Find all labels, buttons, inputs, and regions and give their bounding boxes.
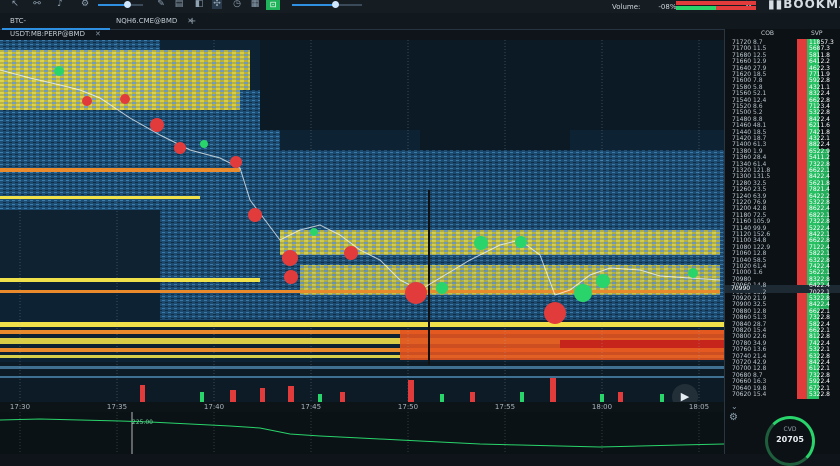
- trade-bubble[interactable]: [120, 94, 130, 104]
- volume-bar-red: [676, 1, 756, 5]
- cvd-label: CVD: [783, 426, 797, 433]
- time-tick: 17:55: [494, 403, 516, 411]
- volume-bar-red-2: [716, 6, 756, 10]
- time-tick: 18:00: [591, 403, 613, 411]
- cvd-gauge: CVD 20705: [765, 416, 815, 466]
- trade-bubble[interactable]: [310, 228, 318, 236]
- cursor-icon[interactable]: ↖: [10, 0, 20, 9]
- time-tick: 17:30: [9, 403, 31, 411]
- grid-icon[interactable]: ▦: [250, 0, 260, 9]
- trade-bubble[interactable]: [284, 270, 298, 284]
- instrument-tabs: BTC-USDT:MB:PERP@BMD ✕ NQH6.CME@BMD ✕ +: [0, 13, 840, 38]
- trade-bubble[interactable]: [344, 246, 358, 260]
- cvd-indicator-pane[interactable]: [0, 412, 725, 454]
- order-book-heatmap[interactable]: 800 ▶: [0, 40, 724, 402]
- lock-button[interactable]: ⊡: [266, 0, 280, 10]
- trade-bubble[interactable]: [544, 302, 566, 324]
- cvd-line-value: 225.00: [132, 419, 153, 426]
- trade-bubble[interactable]: [82, 96, 92, 106]
- ladder-price: 70620: [732, 391, 752, 398]
- volume-bar-green: [676, 6, 716, 10]
- volume-label: Volume:: [612, 3, 641, 11]
- tab-nqh6[interactable]: NQH6.CME@BMD ✕: [108, 15, 193, 28]
- time-tick: 17:45: [300, 403, 322, 411]
- tab-label: NQH6.CME@BMD: [116, 17, 178, 25]
- trade-bubble[interactable]: [200, 140, 208, 148]
- price-ladder-panel[interactable]: COB SVP 71720 8.7 11857.3 71700 11.5 5687.3 71…: [724, 29, 840, 402]
- box-icon[interactable]: ◧: [194, 0, 204, 9]
- trade-bubble[interactable]: [474, 236, 488, 250]
- zoom-slider[interactable]: [98, 1, 143, 8]
- cvd-line-chart: [0, 412, 725, 454]
- time-axis: 17:30 17:35 17:40 17:45 17:50 17:55 18:0…: [0, 402, 724, 412]
- time-tick: 17:35: [106, 403, 128, 411]
- tab-label: BTC-USDT:MB:PERP@BMD: [10, 17, 85, 38]
- trade-bubble[interactable]: [405, 282, 427, 304]
- trade-bubble[interactable]: [248, 208, 262, 222]
- bell-icon[interactable]: ♪: [55, 0, 65, 9]
- add-tab-button[interactable]: +: [188, 15, 196, 28]
- clock-icon[interactable]: ◷: [232, 0, 242, 9]
- volume-info: Volume: -08%: [612, 0, 677, 11]
- cvd-value: 20705: [776, 435, 804, 444]
- time-tick: 17:50: [397, 403, 419, 411]
- pen-icon[interactable]: ✎: [156, 0, 166, 9]
- heatmap-canvas: [0, 40, 724, 402]
- trade-bubble[interactable]: [574, 284, 592, 302]
- close-icon[interactable]: ✕: [95, 30, 101, 38]
- ladder-cob: 15.4: [753, 391, 767, 398]
- gear-icon[interactable]: ⚙: [729, 412, 738, 423]
- tab-btc-usdt[interactable]: BTC-USDT:MB:PERP@BMD ✕: [2, 15, 110, 38]
- ladder-svp: 5322.8: [809, 391, 830, 398]
- current-price-marker: 70990: [725, 285, 761, 293]
- cvd-widget: ⌄ ⚙ CVD 20705: [724, 402, 840, 466]
- ladder-cob: 1.6: [753, 269, 763, 277]
- volume-pct: -08%: [658, 3, 677, 11]
- time-tick: 18:05: [688, 403, 710, 411]
- trade-bubble[interactable]: [150, 118, 164, 132]
- trade-bubble[interactable]: [688, 268, 698, 278]
- trade-bubble[interactable]: [230, 156, 242, 168]
- trade-bubble[interactable]: [282, 250, 298, 266]
- brand-logo: ▮▮BOOKMAP: [768, 0, 840, 11]
- link-icon[interactable]: ⚯: [32, 0, 42, 9]
- toolbar: ↖ ⚯ ♪ ⚙ ✎ ▤ ◧ ✣ ◷ ▦ ⊡ ✕ Volume: -08% ▮▮B…: [0, 0, 840, 13]
- crosshair-icon[interactable]: ✣: [212, 0, 222, 9]
- trade-bubble[interactable]: [436, 282, 448, 294]
- trade-bubble[interactable]: [174, 142, 186, 154]
- chevron-down-icon[interactable]: ⌄: [731, 402, 738, 411]
- chart-icon[interactable]: ▤: [174, 0, 184, 9]
- trade-bubble[interactable]: [54, 66, 64, 76]
- contrast-slider[interactable]: [292, 1, 362, 8]
- settings-icon[interactable]: ⚙: [80, 0, 90, 9]
- trade-bubble[interactable]: [596, 274, 610, 288]
- trade-bubble[interactable]: [515, 236, 527, 248]
- time-tick: 17:40: [203, 403, 225, 411]
